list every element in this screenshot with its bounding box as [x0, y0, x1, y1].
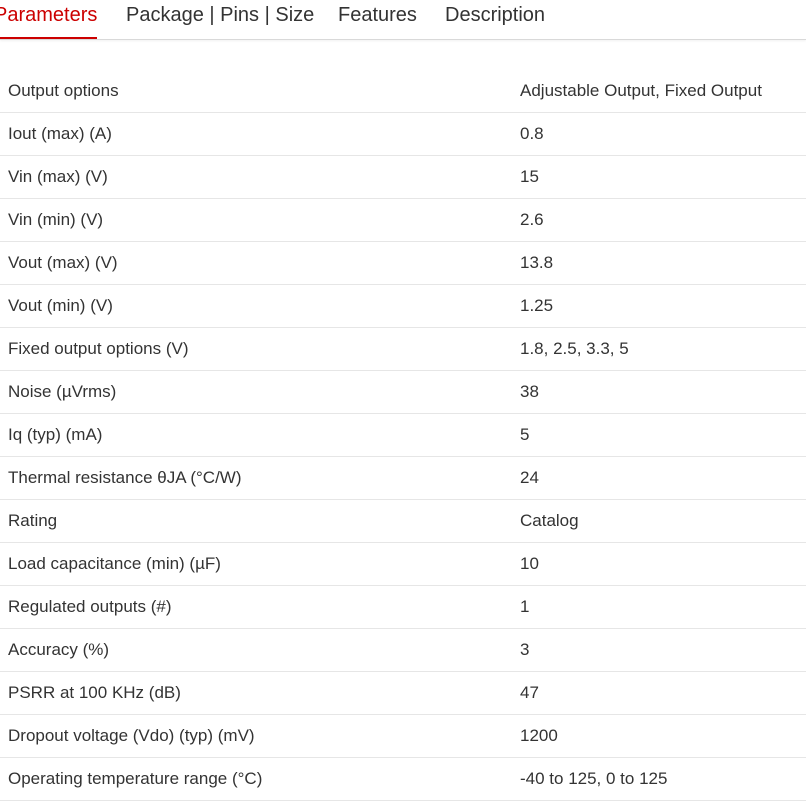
parameter-label: Vout (max) (V) [8, 253, 118, 272]
table-row: Operating temperature range (°C) -40 to … [0, 758, 806, 801]
parameter-label: Load capacitance (min) (µF) [8, 554, 221, 573]
tab-bar: Parameters Package | Pins | Size Feature… [0, 0, 806, 40]
table-row: Load capacitance (min) (µF) 10 [0, 543, 806, 586]
table-row: Vin (max) (V) 15 [0, 156, 806, 199]
parameter-value: 10 [520, 554, 539, 573]
parameter-label: Thermal resistance θJA (°C/W) [8, 468, 242, 487]
parameter-value: Catalog [520, 511, 579, 530]
parameter-value: 38 [520, 382, 539, 401]
parameter-label: Iout (max) (A) [8, 124, 112, 143]
parameter-value: 1.25 [520, 296, 554, 315]
table-row: Vout (min) (V) 1.25 [0, 285, 806, 328]
parameter-label: Output options [8, 81, 119, 100]
tab-parameters[interactable]: Parameters [0, 0, 98, 39]
tab-description[interactable]: Description [445, 0, 545, 39]
parameter-label: Noise (µVrms) [8, 382, 117, 401]
table-row: Iout (max) (A) 0.8 [0, 113, 806, 156]
parameter-value: 24 [520, 468, 539, 487]
parameter-label: Vout (min) (V) [8, 296, 113, 315]
parameter-label: Vin (min) (V) [8, 210, 104, 229]
parameter-value: 5 [520, 425, 530, 444]
table-row: Noise (µVrms) 38 [0, 371, 806, 414]
parameters-table: Output options Adjustable Output, Fixed … [0, 70, 806, 801]
table-row: Thermal resistance θJA (°C/W) 24 [0, 457, 806, 500]
parameter-value: Adjustable Output, Fixed Output [520, 81, 762, 100]
parameter-value: 2.6 [520, 210, 544, 229]
parameter-label: Dropout voltage (Vdo) (typ) (mV) [8, 726, 255, 745]
parameter-value: 1.8, 2.5, 3.3, 5 [520, 339, 629, 358]
parameter-value: -40 to 125, 0 to 125 [520, 769, 668, 788]
parameter-label: Regulated outputs (#) [8, 597, 172, 616]
table-row: Rating Catalog [0, 500, 806, 543]
table-row: Vin (min) (V) 2.6 [0, 199, 806, 242]
table-row: Vout (max) (V) 13.8 [0, 242, 806, 285]
table-row: Regulated outputs (#) 1 [0, 586, 806, 629]
table-row: Fixed output options (V) 1.8, 2.5, 3.3, … [0, 328, 806, 371]
parameter-label: Fixed output options (V) [8, 339, 189, 358]
parameter-value: 1200 [520, 726, 558, 745]
parameter-label: Accuracy (%) [8, 640, 110, 659]
parameter-value: 3 [520, 640, 530, 659]
tab-features[interactable]: Features [338, 0, 417, 39]
table-row: PSRR at 100 KHz (dB) 47 [0, 672, 806, 715]
parameter-label: PSRR at 100 KHz (dB) [8, 683, 181, 702]
table-row: Iq (typ) (mA) 5 [0, 414, 806, 457]
parameter-value: 13.8 [520, 253, 554, 272]
table-row: Accuracy (%) 3 [0, 629, 806, 672]
table-row: Output options Adjustable Output, Fixed … [0, 70, 806, 113]
parameter-value: 47 [520, 683, 539, 702]
tab-package-pins-size[interactable]: Package | Pins | Size [126, 0, 314, 39]
parameter-value: 0.8 [520, 124, 544, 143]
table-row: Dropout voltage (Vdo) (typ) (mV) 1200 [0, 715, 806, 758]
parameter-label: Rating [8, 511, 58, 530]
parameter-value: 1 [520, 597, 530, 616]
parameter-label: Iq (typ) (mA) [8, 425, 103, 444]
parameter-label: Operating temperature range (°C) [8, 769, 263, 788]
parameter-label: Vin (max) (V) [8, 167, 108, 186]
parameter-value: 15 [520, 167, 539, 186]
